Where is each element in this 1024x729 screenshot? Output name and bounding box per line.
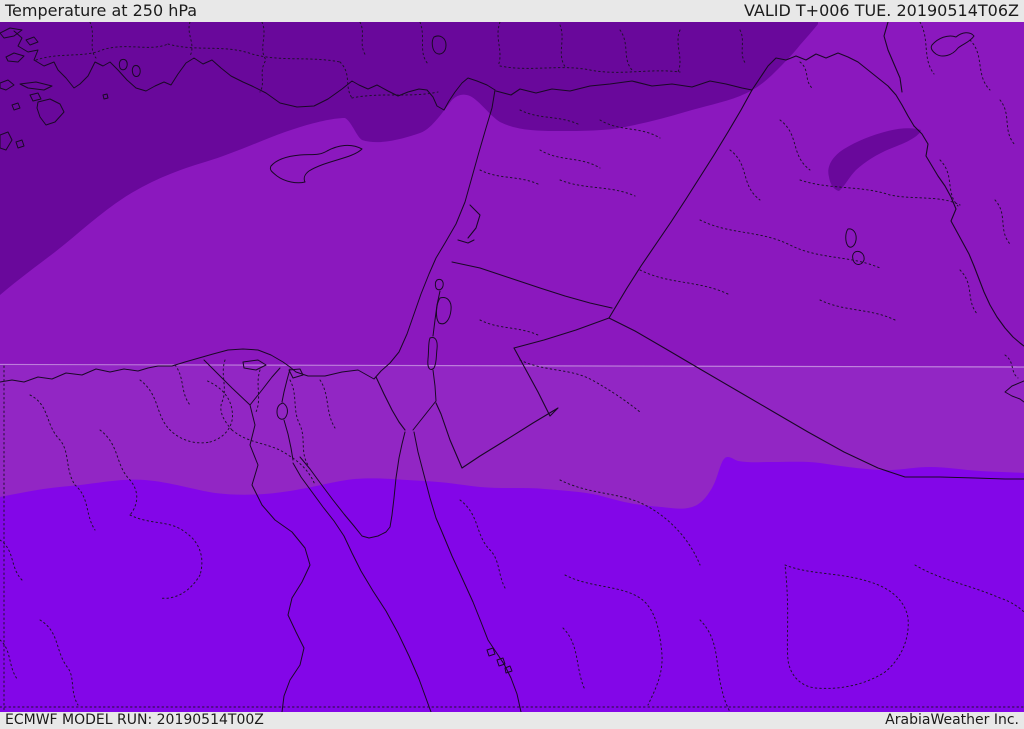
- map-area: [0, 22, 1024, 712]
- valid-time-label: VALID T+006 TUE. 20190514T06Z: [743, 1, 1019, 20]
- footer-bar: ECMWF MODEL RUN: 20190514T00Z ArabiaWeat…: [0, 712, 1024, 729]
- band-warm-south: [0, 457, 1024, 712]
- temperature-map-svg: [0, 22, 1024, 712]
- weather-map-screen: Temperature at 250 hPa VALID T+006 TUE. …: [0, 0, 1024, 729]
- map-title: Temperature at 250 hPa: [5, 1, 198, 20]
- provider-label: ArabiaWeather Inc.: [885, 712, 1019, 728]
- header-bar: Temperature at 250 hPa VALID T+006 TUE. …: [0, 0, 1024, 22]
- model-run-label: ECMWF MODEL RUN: 20190514T00Z: [5, 712, 264, 728]
